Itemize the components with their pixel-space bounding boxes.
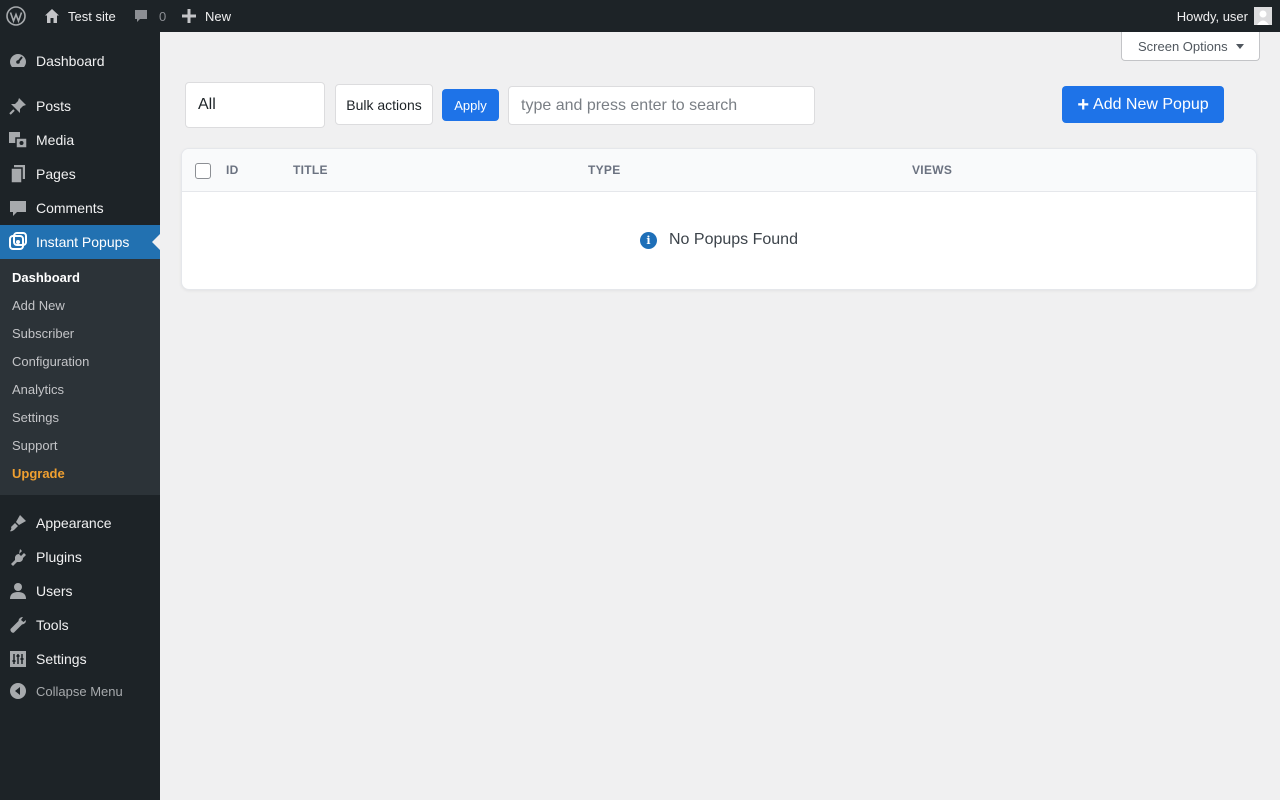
comments-count: 0 (159, 8, 167, 24)
sidebar-item-appearance[interactable]: Appearance (0, 506, 160, 540)
wrench-icon (8, 615, 28, 635)
filter-selected-value: All (198, 96, 216, 113)
pages-icon (8, 164, 28, 184)
sidebar-item-pages[interactable]: Pages (0, 157, 160, 191)
wordpress-logo-button[interactable] (6, 0, 28, 32)
column-header-views[interactable]: VIEWS (912, 163, 952, 177)
avatar (1254, 7, 1272, 25)
sidebar-item-dashboard[interactable]: Dashboard (0, 44, 160, 78)
sidebar-item-media[interactable]: Media (0, 123, 160, 157)
settings-icon (8, 649, 28, 669)
select-all-checkbox[interactable] (195, 163, 211, 179)
add-new-popup-button[interactable]: + Add New Popup (1062, 86, 1224, 123)
pushpin-icon (8, 96, 28, 116)
screen-options-toggle[interactable]: Screen Options (1121, 32, 1260, 61)
apply-button[interactable]: Apply (442, 89, 499, 121)
comment-icon (133, 8, 149, 24)
sidebar-item-label: Dashboard (36, 53, 105, 69)
comments-link[interactable]: 0 (133, 0, 166, 32)
bulk-actions-label: Bulk actions (346, 96, 422, 113)
submenu-configuration[interactable]: Configuration (12, 352, 89, 372)
column-header-id[interactable]: ID (226, 163, 239, 177)
sidebar-item-label: Settings (36, 651, 87, 667)
submenu-add-new[interactable]: Add New (12, 296, 65, 316)
empty-state: i No Popups Found (182, 231, 1256, 249)
sidebar-item-users[interactable]: Users (0, 574, 160, 608)
sidebar-item-label: Instant Popups (36, 234, 130, 250)
plug-icon (8, 547, 28, 567)
site-name-link[interactable]: Test site (44, 0, 116, 32)
media-icon (8, 130, 28, 150)
site-name: Test site (68, 8, 116, 24)
my-account-link[interactable]: Howdy, user (1177, 0, 1272, 32)
submenu-settings[interactable]: Settings (12, 408, 59, 428)
sidebar-item-label: Posts (36, 98, 72, 114)
instant-popups-icon (8, 232, 28, 252)
add-new-popup-label: Add New Popup (1093, 95, 1209, 113)
sidebar-item-label: Appearance (36, 515, 112, 531)
column-header-type[interactable]: TYPE (588, 163, 621, 177)
apply-label: Apply (454, 97, 487, 113)
sidebar-item-tools[interactable]: Tools (0, 608, 160, 642)
submenu-support[interactable]: Support (12, 436, 58, 456)
bulk-actions-select[interactable]: Bulk actions (335, 84, 433, 125)
collapse-menu-label: Collapse Menu (36, 683, 123, 699)
admin-sidebar: Dashboard Posts Media Pages Comments Ins… (0, 32, 160, 800)
column-header-title[interactable]: TITLE (293, 163, 328, 177)
instant-popups-submenu: Dashboard Add New Subscriber Configurati… (0, 259, 160, 495)
sidebar-item-settings[interactable]: Settings (0, 642, 160, 676)
plus-icon (182, 9, 196, 23)
submenu-subscriber[interactable]: Subscriber (12, 324, 74, 344)
info-icon: i (640, 231, 657, 249)
comment-icon (8, 198, 28, 218)
empty-message: No Popups Found (669, 231, 798, 248)
collapse-arrow-icon (8, 681, 28, 701)
sidebar-item-label: Tools (36, 617, 69, 633)
howdy-text: Howdy, user (1176, 8, 1248, 24)
new-label: New (205, 8, 232, 24)
dropdown-arrow-icon (1235, 43, 1244, 49)
sidebar-item-label: Media (36, 132, 75, 148)
search-input[interactable] (508, 86, 815, 125)
table-header: ID TITLE TYPE VIEWS (182, 149, 1256, 192)
user-icon (8, 581, 28, 601)
brush-icon (8, 513, 28, 533)
new-content-link[interactable]: New (182, 0, 231, 32)
wordpress-logo-icon (6, 6, 26, 26)
dashboard-icon (8, 51, 28, 71)
sidebar-item-comments[interactable]: Comments (0, 191, 160, 225)
sidebar-item-label: Pages (36, 166, 76, 182)
submenu-analytics[interactable]: Analytics (12, 380, 64, 400)
plus-icon: + (1077, 93, 1090, 116)
screen-options-label: Screen Options (1138, 38, 1228, 54)
sidebar-item-label: Comments (36, 200, 104, 216)
submenu-upgrade[interactable]: Upgrade (12, 464, 65, 484)
sidebar-item-label: Users (36, 583, 73, 599)
home-icon (44, 8, 60, 24)
submenu-dashboard[interactable]: Dashboard (12, 268, 80, 288)
sidebar-item-posts[interactable]: Posts (0, 89, 160, 123)
admin-bar: Test site 0 New Howdy, user (0, 0, 1280, 32)
collapse-menu-button[interactable]: Collapse Menu (0, 674, 160, 708)
sidebar-item-instant-popups[interactable]: Instant Popups (0, 225, 160, 259)
popups-table: ID TITLE TYPE VIEWS i No Popups Found (181, 148, 1257, 290)
sidebar-item-label: Plugins (36, 549, 82, 565)
popup-filter-select[interactable]: All (185, 82, 325, 128)
sidebar-item-plugins[interactable]: Plugins (0, 540, 160, 574)
